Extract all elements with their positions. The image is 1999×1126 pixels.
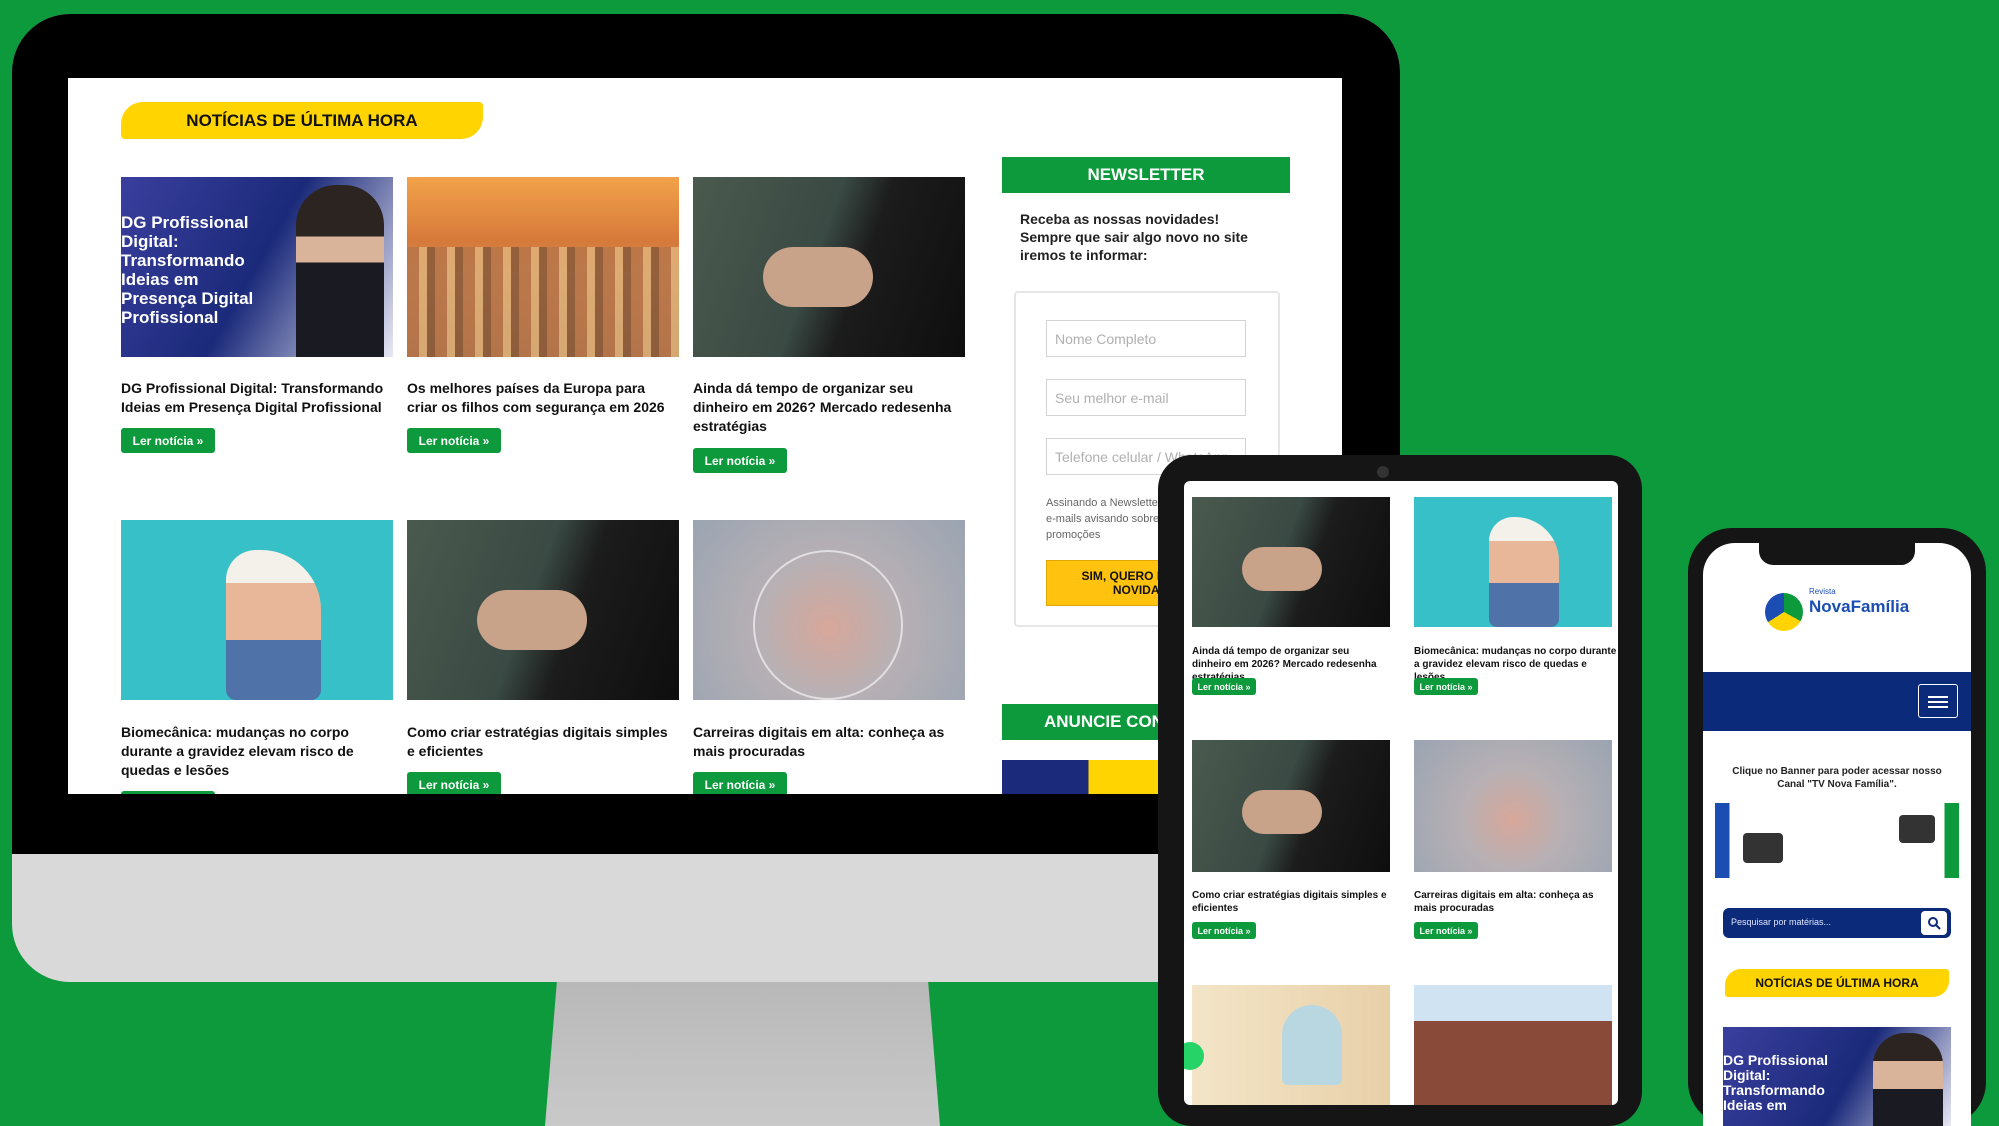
newsletter-heading-text: NEWSLETTER [1087, 165, 1205, 184]
hand-shape [1242, 547, 1322, 591]
article-image-digital-careers[interactable] [1414, 740, 1612, 872]
article-image-digital-careers[interactable] [693, 520, 965, 700]
banner-caption: Clique no Banner para poder acessar noss… [1732, 766, 1942, 790]
read-more-button[interactable]: Ler notícia » [121, 428, 215, 453]
logo-emblem [1765, 593, 1803, 631]
email-field[interactable]: Seu melhor e-mail [1046, 379, 1246, 416]
article-title[interactable]: DG Profissional Digital: Transformando I… [121, 379, 393, 417]
article-title[interactable]: Como criar estratégias digitais simples … [407, 723, 679, 761]
read-more-button[interactable]: Ler notícia » [693, 772, 787, 794]
section-title: NOTÍCIAS DE ÚLTIMA HORA [121, 102, 483, 139]
article-image-pregnancy[interactable] [121, 520, 393, 700]
article-image-dg-profissional[interactable]: DG Profissional Digital: Transformando I… [1723, 1027, 1951, 1126]
phone-screen: Revista NovaFamília Clique no Banner par… [1703, 543, 1971, 1126]
city-skyline [407, 247, 679, 357]
read-more-button[interactable]: Ler notícia » [693, 448, 787, 473]
read-more-button[interactable]: Ler notícia » [1192, 678, 1256, 695]
logo-small-text: Revista [1809, 587, 1836, 596]
circuit-lines [753, 550, 903, 700]
promo-text: DG Profissional Digital: Transformando I… [1723, 1052, 1829, 1113]
search-input[interactable]: Pesquisar por matérias... [1731, 917, 1831, 927]
pregnant-belly [1489, 517, 1559, 627]
read-more-button[interactable] [121, 791, 215, 794]
nav-bar [1703, 672, 1971, 731]
search-bar[interactable]: Pesquisar por matérias... [1723, 908, 1951, 938]
newsletter-heading: NEWSLETTER [1002, 157, 1290, 193]
read-more-button[interactable]: Ler notícia » [1414, 922, 1478, 939]
article-title[interactable]: Biomecânica: mudanças no corpo durante a… [121, 723, 371, 780]
tablet-camera [1377, 466, 1389, 478]
person-photo [296, 185, 384, 357]
search-icon[interactable] [1921, 911, 1947, 935]
hand-shape [1242, 790, 1322, 834]
name-field[interactable]: Nome Completo [1046, 320, 1246, 357]
person-photo [1873, 1033, 1943, 1126]
hamburger-menu-icon[interactable] [1918, 684, 1958, 718]
article-image-digital-strategies[interactable] [407, 520, 679, 700]
newsletter-intro: Receba as nossas novidades! Sempre que s… [1020, 211, 1248, 263]
woman-shape [1282, 1005, 1342, 1085]
hand-shape [477, 590, 587, 650]
article-image-money-tech[interactable] [1192, 497, 1390, 627]
pregnant-belly [226, 550, 321, 700]
article-image-dg-profissional[interactable]: DG Profissional Digital: Transformando I… [121, 177, 393, 357]
article-image-woman-relaxing[interactable] [1192, 985, 1390, 1105]
article-title[interactable]: Carreiras digitais em alta: conheça as m… [1414, 889, 1618, 915]
article-image-pregnancy[interactable] [1414, 497, 1612, 627]
section-title-text: NOTÍCIAS DE ÚLTIMA HORA [186, 110, 418, 130]
read-more-button[interactable]: Ler notícia » [1414, 678, 1478, 695]
article-image-money-tech[interactable] [693, 177, 965, 357]
read-more-button[interactable]: Ler notícia » [407, 428, 501, 453]
search-icon-glyph [1928, 917, 1941, 930]
article-image-europe-city[interactable] [407, 177, 679, 357]
tablet-screen: Ainda dá tempo de organizar seu dinheiro… [1184, 481, 1618, 1105]
section-title: NOTÍCIAS DE ÚLTIMA HORA [1725, 969, 1949, 997]
logo-name: NovaFamília [1809, 597, 1910, 616]
monitor-stand [545, 982, 940, 1126]
tv-channel-banner[interactable] [1715, 803, 1959, 878]
camera-icon [1899, 815, 1935, 843]
hand-shape [763, 247, 873, 307]
read-more-button[interactable]: Ler notícia » [1192, 922, 1256, 939]
site-logo[interactable]: Revista NovaFamília [1765, 583, 1915, 633]
article-image-buildings[interactable] [1414, 985, 1612, 1105]
article-title[interactable]: Os melhores países da Europa para criar … [407, 379, 679, 417]
desktop-screen: NOTÍCIAS DE ÚLTIMA HORA DG Profissional … [68, 78, 1342, 794]
promo-text: DG Profissional Digital: Transformando I… [121, 213, 254, 327]
article-title[interactable]: Ainda dá tempo de organizar seu dinheiro… [693, 379, 965, 436]
camera-icon [1743, 833, 1783, 863]
article-image-digital-strategies[interactable] [1192, 740, 1390, 872]
phone-notch [1759, 543, 1915, 565]
article-title[interactable]: Carreiras digitais em alta: conheça as m… [693, 723, 965, 761]
section-title-text: NOTÍCIAS DE ÚLTIMA HORA [1755, 976, 1919, 990]
article-title[interactable]: Como criar estratégias digitais simples … [1192, 889, 1390, 915]
read-more-button[interactable]: Ler notícia » [407, 772, 501, 794]
